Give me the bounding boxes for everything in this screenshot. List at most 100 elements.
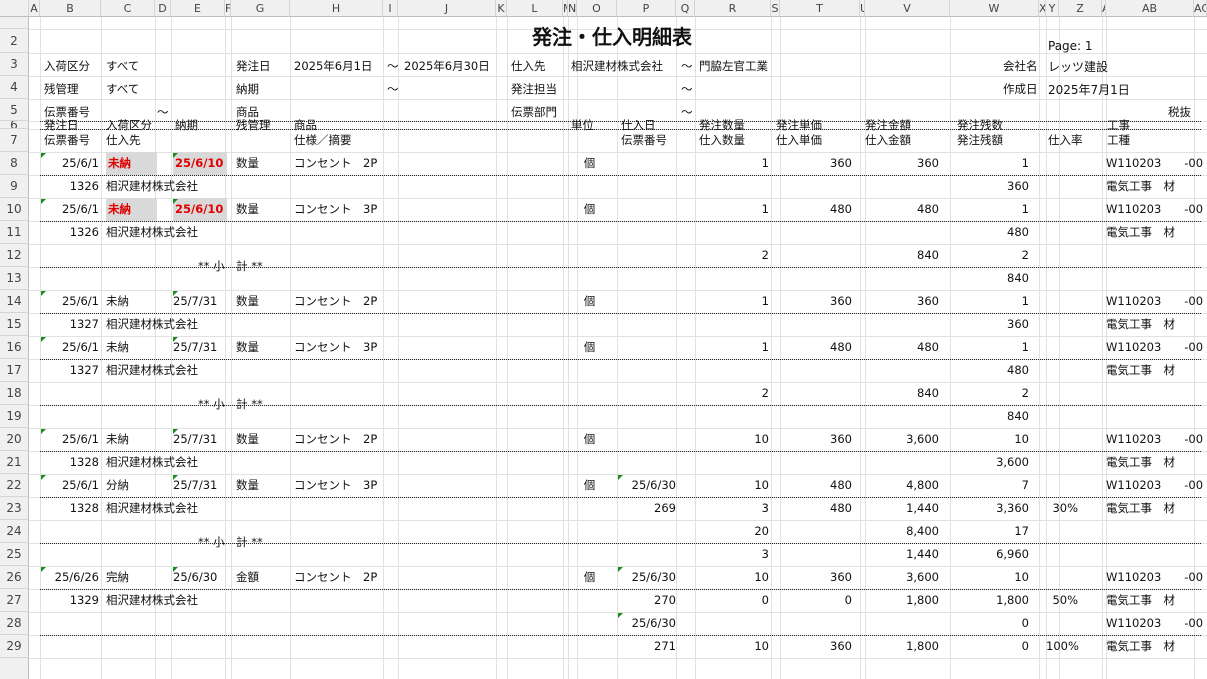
balance-mgmt-value[interactable]: すべて <box>106 81 139 97</box>
created-value[interactable]: 2025年7月1日 <box>1048 81 1130 98</box>
column-header[interactable]: L <box>507 0 563 17</box>
header-cell: 発注数量 <box>699 118 745 132</box>
cell-flag-marker <box>41 429 46 434</box>
column-header[interactable]: J <box>398 0 496 17</box>
supplier-to[interactable]: 門脇左官工業 <box>699 58 768 74</box>
row-header[interactable]: 16 <box>0 336 29 359</box>
row9-slip: 1326 <box>69 179 99 193</box>
row-header[interactable] <box>0 658 29 679</box>
row-header[interactable]: 1 <box>0 17 29 29</box>
row-header[interactable]: 12 <box>0 244 29 267</box>
row10-due: 25/6/10 <box>173 198 227 221</box>
order-date-from[interactable]: 2025年6月1日 <box>294 58 372 74</box>
row-header[interactable]: 11 <box>0 221 29 244</box>
subtotal-label: ** 小 計 ** <box>198 397 263 411</box>
row10-qty: 1 <box>761 202 769 216</box>
column-header[interactable]: H <box>290 0 383 17</box>
row-header[interactable]: 23 <box>0 497 29 520</box>
row-header[interactable]: 2 <box>0 29 29 53</box>
arrival-class-value[interactable]: すべて <box>106 58 139 74</box>
row16-qty: 1 <box>761 340 769 354</box>
row26-due: 25/6/30 <box>173 570 218 584</box>
row-header[interactable]: 7 <box>0 129 29 152</box>
row-header[interactable]: 22 <box>0 474 29 497</box>
row20-date: 25/6/1 <box>61 432 99 446</box>
row-header[interactable]: 9 <box>0 175 29 198</box>
column-header[interactable]: A <box>29 0 40 17</box>
column-header[interactable]: V <box>865 0 950 17</box>
row18-amt: 840 <box>917 386 939 400</box>
row-header[interactable]: 24 <box>0 520 29 543</box>
column-header[interactable]: W <box>950 0 1039 17</box>
row29-kind: 電気工事 材 <box>1106 639 1175 653</box>
column-header[interactable]: Y <box>1046 0 1059 17</box>
column-header[interactable]: O <box>577 0 617 17</box>
row-header[interactable]: 19 <box>0 405 29 428</box>
column-header[interactable]: T <box>780 0 860 17</box>
row-header[interactable]: 14 <box>0 290 29 313</box>
row22-cls: 分納 <box>106 478 129 492</box>
column-header[interactable]: E <box>171 0 225 17</box>
row26-item: コンセント 2P <box>294 570 378 584</box>
gridline <box>563 17 564 679</box>
row-header[interactable]: 15 <box>0 313 29 336</box>
column-header[interactable]: I <box>383 0 398 17</box>
row-header[interactable]: 20 <box>0 428 29 451</box>
gridline <box>29 244 1207 245</box>
row-header[interactable]: 6 <box>0 121 29 129</box>
row-header[interactable]: 8 <box>0 152 29 175</box>
delivery-tilde: ～ <box>387 82 399 96</box>
column-header[interactable]: G <box>231 0 290 17</box>
column-header[interactable]: AB <box>1106 0 1194 17</box>
row27-bal_amt: 1,800 <box>996 593 1029 607</box>
column-header[interactable]: K <box>496 0 507 17</box>
row8-amt: 360 <box>917 156 939 170</box>
column-header[interactable]: C <box>101 0 155 17</box>
row-header[interactable]: 28 <box>0 612 29 635</box>
row22-pdate: 25/6/30 <box>631 478 676 492</box>
row16-unit: 個 <box>583 340 596 354</box>
column-header[interactable]: S <box>771 0 780 17</box>
row-header[interactable]: 25 <box>0 543 29 566</box>
row-header[interactable]: 10 <box>0 198 29 221</box>
company-value[interactable]: レッツ建設 <box>1048 58 1108 75</box>
column-header[interactable]: N <box>568 0 577 17</box>
gridline <box>155 17 156 679</box>
row10-item: コンセント 3P <box>294 202 378 216</box>
column-header[interactable]: D <box>155 0 171 17</box>
column-header[interactable]: R <box>695 0 771 17</box>
row8-item: コンセント 2P <box>294 156 378 170</box>
column-header[interactable]: X <box>1039 0 1046 17</box>
column-header[interactable]: B <box>40 0 101 17</box>
row21-kind: 電気工事 材 <box>1106 455 1175 469</box>
row20-mgmt: 数量 <box>236 432 259 446</box>
column-header[interactable]: Z <box>1059 0 1102 17</box>
row-header[interactable]: 17 <box>0 359 29 382</box>
row24-bal: 17 <box>1014 524 1029 538</box>
select-all-corner[interactable] <box>0 0 29 17</box>
row14-mgmt: 数量 <box>236 294 259 308</box>
row29-pslip: 271 <box>654 639 676 653</box>
column-header[interactable]: AC <box>1194 0 1207 17</box>
row-header[interactable]: 3 <box>0 53 29 76</box>
row-header[interactable]: 5 <box>0 99 29 121</box>
row-header[interactable]: 29 <box>0 635 29 658</box>
supplier-from[interactable]: 相沢建材株式会社 <box>571 58 663 74</box>
order-date-to[interactable]: 2025年6月30日 <box>404 58 490 74</box>
row-header[interactable]: 21 <box>0 451 29 474</box>
column-header[interactable]: P <box>617 0 676 17</box>
row-header[interactable]: 18 <box>0 382 29 405</box>
header-cell: 納期 <box>175 118 198 132</box>
row16-bal: 1 <box>1021 340 1029 354</box>
row12-amt: 840 <box>917 248 939 262</box>
row-header[interactable]: 4 <box>0 76 29 99</box>
row23-pqty: 3 <box>761 501 769 515</box>
row23-pslip: 269 <box>654 501 676 515</box>
column-header[interactable]: Q <box>676 0 695 17</box>
row23-slip: 1328 <box>69 501 99 515</box>
row-header[interactable]: 26 <box>0 566 29 589</box>
row10-cls: 未納 <box>106 198 157 221</box>
row-header[interactable]: 13 <box>0 267 29 290</box>
subtotal-label: ** 小 計 ** <box>198 259 263 273</box>
row-header[interactable]: 27 <box>0 589 29 612</box>
